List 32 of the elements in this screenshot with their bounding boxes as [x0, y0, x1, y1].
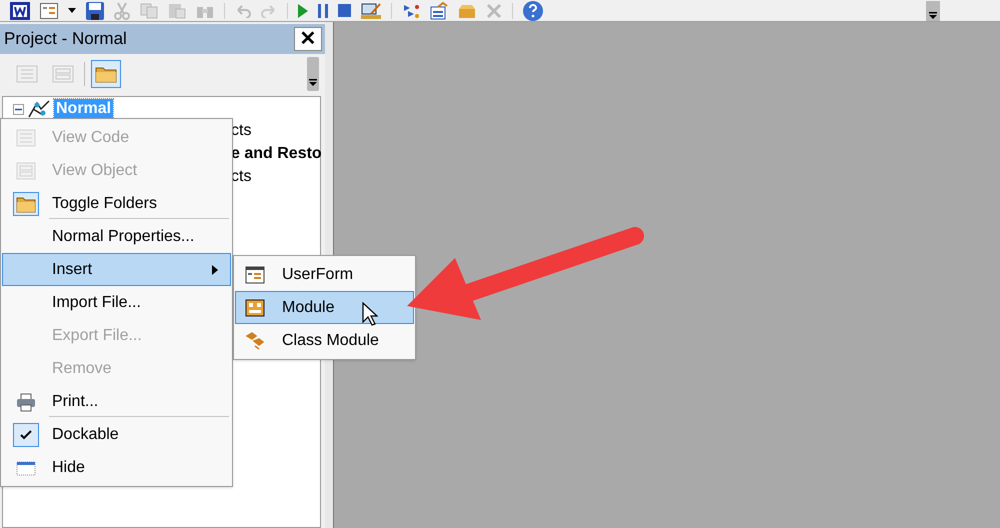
menu-item[interactable]: Hide	[2, 451, 231, 484]
class-module-icon	[245, 332, 265, 350]
menu-item[interactable]: UserForm	[235, 258, 414, 291]
folder-icon	[13, 192, 39, 216]
menu-item[interactable]: Toggle Folders	[2, 187, 231, 220]
submenu-arrow-icon	[212, 264, 218, 274]
play-icon[interactable]	[298, 4, 308, 18]
folder-icon[interactable]	[91, 60, 121, 88]
menu-item[interactable]: Normal Properties...	[2, 220, 231, 253]
help-icon[interactable]	[523, 0, 543, 20]
dropdown-caret-icon[interactable]	[68, 8, 76, 13]
close-button[interactable]: ✕	[294, 27, 322, 51]
menu-item[interactable]: Insert	[2, 253, 231, 286]
collapse-toggle-icon[interactable]	[13, 104, 24, 114]
menu-item[interactable]: Dockable	[2, 418, 231, 451]
panel-title: Project - Normal	[4, 28, 127, 50]
toolbar-overflow-icon[interactable]	[926, 0, 940, 20]
menu-item[interactable]: Import File...	[2, 286, 231, 319]
pause-icon[interactable]	[318, 4, 328, 18]
checkmark-icon	[13, 422, 39, 446]
mouse-cursor-icon	[362, 302, 378, 326]
word-icon[interactable]	[10, 2, 30, 20]
userform-icon	[245, 266, 265, 284]
menu-item[interactable]: Module	[235, 291, 414, 324]
menu-item[interactable]: Print...	[2, 385, 231, 418]
properties-icon[interactable]	[430, 2, 448, 20]
toolbar-overflow-icon[interactable]	[307, 57, 319, 91]
module-icon	[245, 298, 265, 316]
design-mode-icon[interactable]	[361, 2, 381, 20]
save-icon[interactable]	[86, 2, 104, 20]
form-icon[interactable]	[40, 2, 58, 18]
menu-item[interactable]: Class Module	[235, 324, 414, 357]
